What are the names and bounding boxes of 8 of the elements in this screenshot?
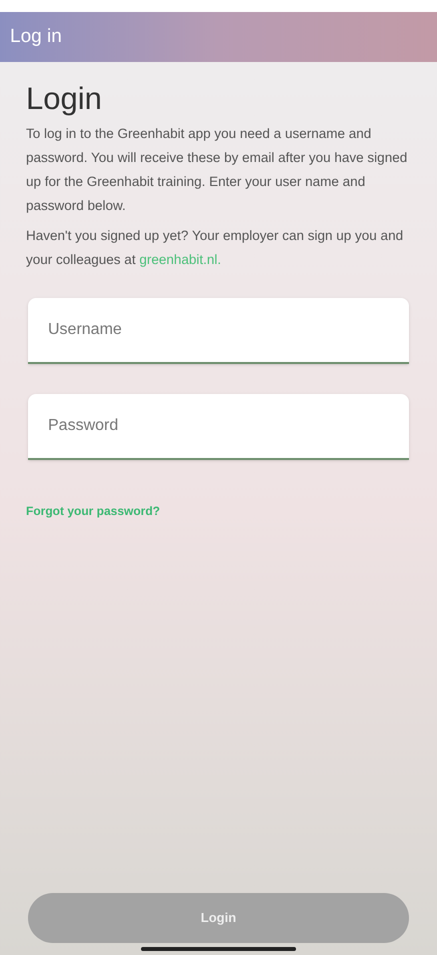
page-heading: Login (26, 80, 103, 118)
forgot-password-link[interactable]: Forgot your password? (26, 502, 160, 520)
text-field[interactable]: Username (28, 298, 409, 364)
app-bar-title: Log in (10, 24, 62, 49)
website-link[interactable]: greenhabit.nl. (139, 252, 222, 267)
signup-note: Haven't you signed up yet? Your employer can sign up you and your colleagues at greenhabit.nl. (26, 227, 404, 269)
text-field[interactable]: Password (28, 394, 409, 460)
intro-text: To log in to the Greenhabit app you need a username and password. You will receive these by email after you have signed up for the Greenhabit training. Enter your user name and password below. (26, 125, 408, 215)
